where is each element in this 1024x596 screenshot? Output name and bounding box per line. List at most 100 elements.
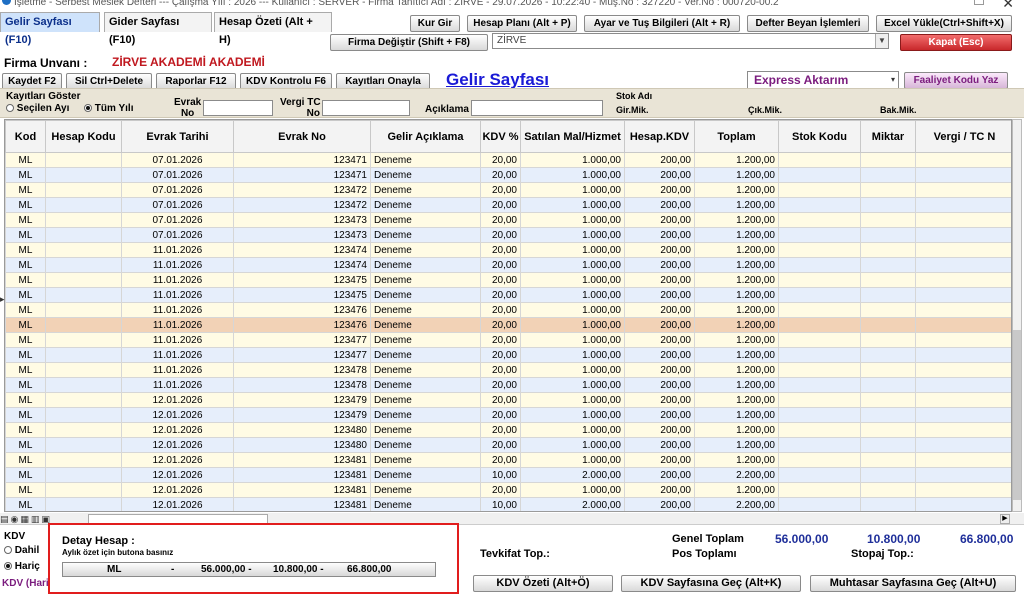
table-cell[interactable]: 2.200,00 xyxy=(694,467,779,483)
table-cell[interactable] xyxy=(860,287,916,303)
table-cell[interactable]: 1.000,00 xyxy=(520,182,625,198)
table-cell[interactable]: 1.200,00 xyxy=(694,362,779,378)
table-row[interactable]: ML 12.01.2026 123481 Deneme 10,00 2.000,00 200… xyxy=(5,467,1011,483)
table-cell[interactable]: 123475 xyxy=(233,287,371,303)
table-row[interactable]: ML 12.01.2026 123481 Deneme 20,00 1.000,00 200… xyxy=(5,452,1011,468)
table-cell[interactable] xyxy=(778,212,861,228)
kur-gir-button[interactable]: Kur Gir xyxy=(410,15,460,32)
table-cell[interactable]: Deneme xyxy=(370,347,481,363)
table-cell[interactable]: 200,00 xyxy=(624,452,695,468)
hesap-plani-button[interactable]: Hesap Planı (Alt + P) xyxy=(467,15,577,32)
table-cell[interactable]: 123476 xyxy=(233,302,371,318)
table-cell[interactable]: Deneme xyxy=(370,182,481,198)
table-cell[interactable] xyxy=(45,407,122,423)
table-cell[interactable] xyxy=(915,257,1011,273)
table-cell[interactable]: ML xyxy=(5,317,46,333)
table-cell[interactable] xyxy=(45,302,122,318)
table-cell[interactable] xyxy=(778,287,861,303)
table-cell[interactable]: 1.200,00 xyxy=(694,332,779,348)
table-cell[interactable]: Deneme xyxy=(370,497,481,511)
table-cell[interactable]: 20,00 xyxy=(480,197,521,213)
vergi-tc-input[interactable] xyxy=(322,100,410,116)
table-cell[interactable]: 1.000,00 xyxy=(520,317,625,333)
faaliyet-kodu-button[interactable]: Faaliyet Kodu Yaz xyxy=(904,72,1008,89)
table-cell[interactable]: 12.01.2026 xyxy=(121,452,234,468)
table-cell[interactable]: Deneme xyxy=(370,422,481,438)
table-cell[interactable]: ML xyxy=(5,452,46,468)
table-cell[interactable]: 1.000,00 xyxy=(520,452,625,468)
table-cell[interactable]: ML xyxy=(5,497,46,511)
column-header[interactable]: KDV % xyxy=(480,120,521,153)
gelir-grid[interactable]: Kod Hesap Kodu Evrak Tarihi Evrak No Gelir A… xyxy=(4,119,1012,512)
table-cell[interactable]: 2.200,00 xyxy=(694,497,779,511)
table-cell[interactable]: Deneme xyxy=(370,452,481,468)
table-cell[interactable] xyxy=(45,437,122,453)
column-header[interactable]: Kod xyxy=(5,120,46,153)
table-row[interactable]: ML 11.01.2026 123474 Deneme 20,00 1.000,00 200… xyxy=(5,257,1011,273)
tab-gelir-sayfasi[interactable]: Gelir Sayfası (F10) xyxy=(0,12,100,46)
table-cell[interactable]: 10,00 xyxy=(480,497,521,511)
table-cell[interactable]: 1.200,00 xyxy=(694,257,779,273)
vertical-scroll-thumb[interactable] xyxy=(1013,330,1021,500)
filter-icon[interactable]: ▥ xyxy=(31,514,40,525)
table-cell[interactable] xyxy=(860,182,916,198)
table-row[interactable]: ML 11.01.2026 123477 Deneme 20,00 1.000,00 200… xyxy=(5,347,1011,363)
table-cell[interactable]: 1.000,00 xyxy=(520,272,625,288)
table-cell[interactable]: ML xyxy=(5,347,46,363)
table-cell[interactable]: 1.200,00 xyxy=(694,242,779,258)
table-cell[interactable]: 1.200,00 xyxy=(694,272,779,288)
table-cell[interactable]: ML xyxy=(5,257,46,273)
table-cell[interactable]: 123476 xyxy=(233,317,371,333)
table-cell[interactable]: 200,00 xyxy=(624,272,695,288)
excel-yukle-button[interactable]: Excel Yükle(Ctrl+Shift+X) xyxy=(876,15,1012,32)
firma-combo[interactable]: ZİRVE ▼ xyxy=(492,33,889,49)
table-cell[interactable]: 200,00 xyxy=(624,212,695,228)
table-cell[interactable]: Deneme xyxy=(370,212,481,228)
table-cell[interactable]: 1.000,00 xyxy=(520,482,625,498)
table-cell[interactable]: 1.200,00 xyxy=(694,452,779,468)
table-cell[interactable]: 123474 xyxy=(233,257,371,273)
table-cell[interactable] xyxy=(45,482,122,498)
table-cell[interactable] xyxy=(860,407,916,423)
table-cell[interactable] xyxy=(915,467,1011,483)
table-cell[interactable]: ML xyxy=(5,227,46,243)
radio-dahil[interactable]: Dahil xyxy=(4,545,39,556)
radio-tum-yili-circle[interactable] xyxy=(84,104,92,112)
table-cell[interactable]: ML xyxy=(5,467,46,483)
tab-gider-sayfasi[interactable]: Gider Sayfası (F10) xyxy=(104,12,212,46)
table-row[interactable]: ML 07.01.2026 123473 Deneme 20,00 1.000,00 200… xyxy=(5,227,1011,243)
column-header[interactable]: Gelir Açıklama xyxy=(370,120,481,153)
table-cell[interactable]: 11.01.2026 xyxy=(121,257,234,273)
table-cell[interactable]: Deneme xyxy=(370,152,481,168)
table-cell[interactable]: 200,00 xyxy=(624,317,695,333)
table-row[interactable]: ML 12.01.2026 123481 Deneme 10,00 2.000,00 200… xyxy=(5,497,1011,511)
table-cell[interactable]: 200,00 xyxy=(624,347,695,363)
table-cell[interactable]: 200,00 xyxy=(624,467,695,483)
table-cell[interactable]: 20,00 xyxy=(480,452,521,468)
table-row[interactable]: ML 11.01.2026 123474 Deneme 20,00 1.000,00 200… xyxy=(5,242,1011,258)
table-cell[interactable]: ML xyxy=(5,287,46,303)
table-cell[interactable]: Deneme xyxy=(370,227,481,243)
table-cell[interactable] xyxy=(915,212,1011,228)
table-cell[interactable] xyxy=(45,332,122,348)
close-icon[interactable]: ✕ xyxy=(1002,0,1014,12)
kdv-ozeti-button[interactable]: KDV Özeti (Alt+Ö) xyxy=(473,575,613,592)
table-cell[interactable] xyxy=(860,377,916,393)
table-cell[interactable] xyxy=(45,197,122,213)
table-cell[interactable]: Deneme xyxy=(370,197,481,213)
table-cell[interactable] xyxy=(778,197,861,213)
table-row[interactable]: ML 12.01.2026 123479 Deneme 20,00 1.000,00 200… xyxy=(5,407,1011,423)
table-cell[interactable]: 123471 xyxy=(233,167,371,183)
column-header[interactable]: Evrak No xyxy=(233,120,371,153)
table-cell[interactable]: 11.01.2026 xyxy=(121,377,234,393)
table-cell[interactable]: 200,00 xyxy=(624,482,695,498)
table-cell[interactable]: ML xyxy=(5,407,46,423)
table-cell[interactable]: ML xyxy=(5,377,46,393)
table-cell[interactable]: 123473 xyxy=(233,227,371,243)
table-cell[interactable]: 1.000,00 xyxy=(520,392,625,408)
table-cell[interactable] xyxy=(45,317,122,333)
table-cell[interactable] xyxy=(778,482,861,498)
table-cell[interactable]: 11.01.2026 xyxy=(121,242,234,258)
table-cell[interactable] xyxy=(860,242,916,258)
table-row[interactable]: ML 11.01.2026 123477 Deneme 20,00 1.000,00 200… xyxy=(5,332,1011,348)
